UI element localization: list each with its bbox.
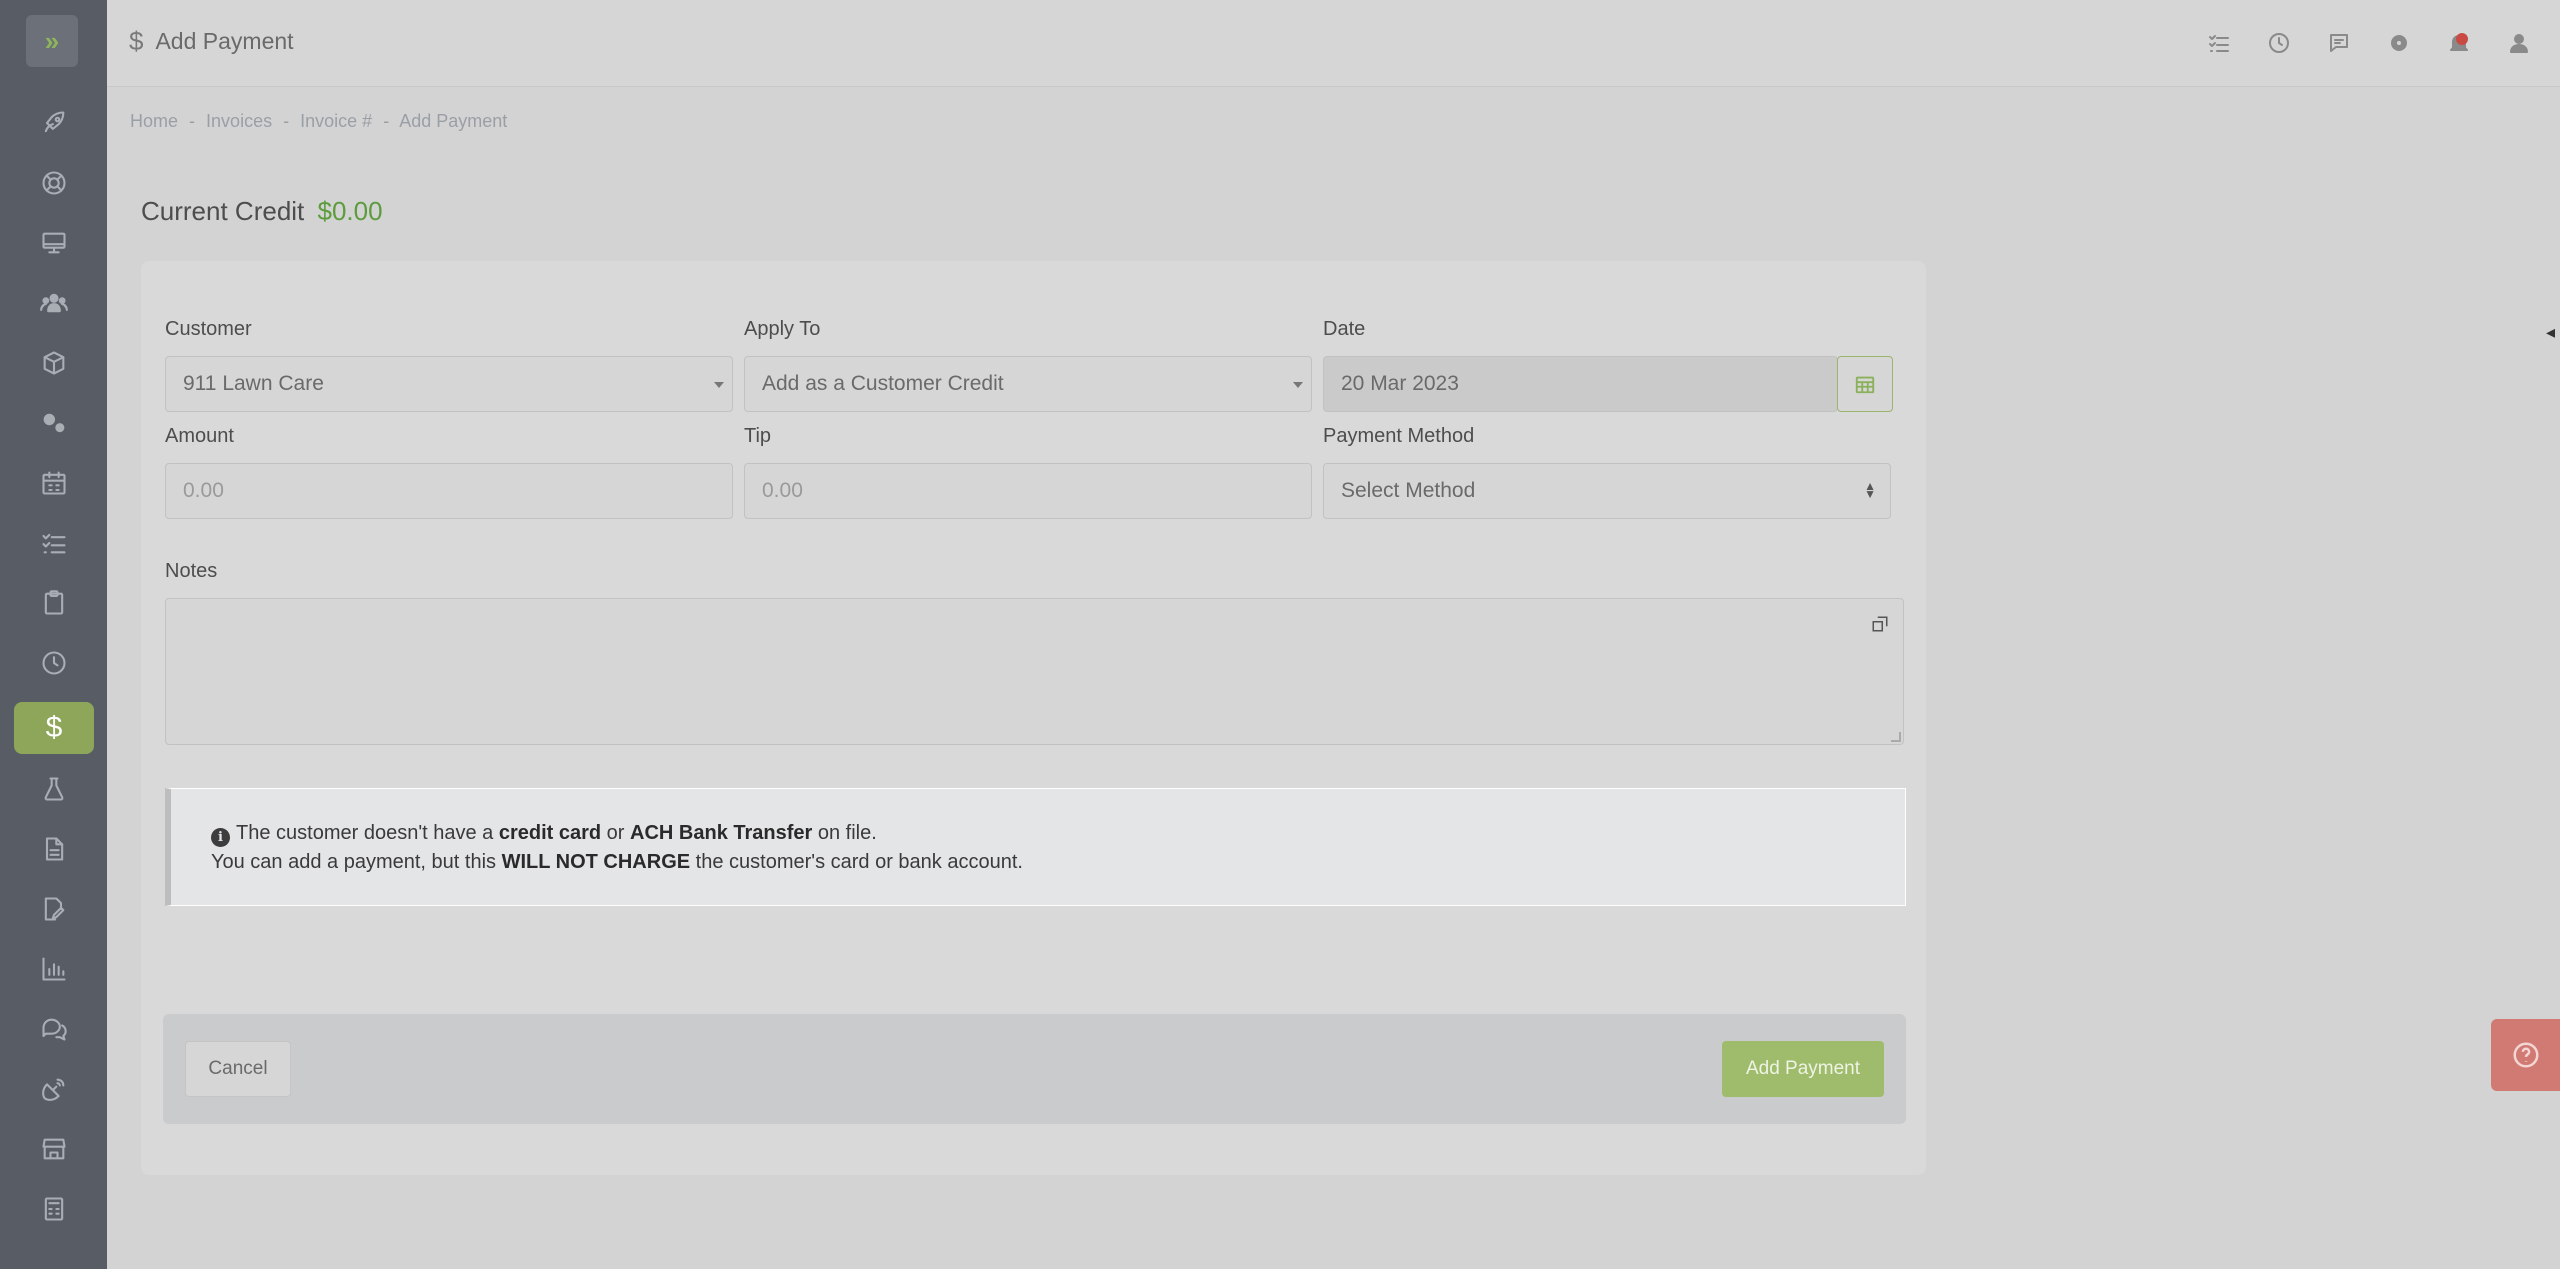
- collapse-arrow-icon[interactable]: ◂: [2546, 322, 2555, 343]
- alert-text: You can add a payment, but this: [211, 851, 502, 873]
- payment-method-select[interactable]: Select Method ▲ ▼: [1323, 463, 1891, 519]
- breadcrumb-separator: -: [283, 111, 290, 131]
- alert-emphasis: credit card: [498, 822, 602, 844]
- help-button[interactable]: [2491, 1019, 2560, 1091]
- customer-label: Customer: [165, 318, 252, 340]
- sidebar: » $: [0, 0, 107, 1269]
- alert-text: The customer doesn't have a: [236, 822, 499, 844]
- customer-select-value: 911 Lawn Care: [183, 372, 324, 395]
- alert-text: on file.: [812, 822, 877, 844]
- payment-form-card: Customer 911 Lawn Care Apply To Add as a…: [141, 261, 1926, 1175]
- apply-to-select-value: Add as a Customer Credit: [762, 372, 1004, 395]
- info-icon: i: [211, 828, 230, 847]
- breadcrumb-separator: -: [189, 111, 196, 131]
- top-bar: $ Add Payment: [107, 0, 2560, 87]
- sidebar-item-monitor-icon[interactable]: [14, 217, 94, 269]
- sidebar-item-calendar-icon[interactable]: [14, 457, 94, 509]
- sidebar-item-comments-icon[interactable]: [14, 1003, 94, 1055]
- sidebar-item-flask-icon[interactable]: [14, 763, 94, 815]
- tip-label: Tip: [744, 425, 772, 447]
- notes-label: Notes: [165, 560, 218, 582]
- current-credit: Current Credit $0.00: [141, 196, 383, 227]
- current-credit-amount: $0.00: [317, 196, 383, 226]
- resize-handle[interactable]: [1891, 732, 1901, 742]
- breadcrumb-invoices[interactable]: Invoices: [206, 111, 272, 131]
- breadcrumb: Home - Invoices - Invoice # - Add Paymen…: [130, 111, 513, 132]
- tip-input-placeholder: 0.00: [762, 479, 803, 502]
- tip-input[interactable]: 0.00: [744, 463, 1312, 519]
- chat-icon[interactable]: [2324, 28, 2354, 58]
- date-label: Date: [1323, 318, 1366, 340]
- payment-method-label: Payment Method: [1323, 425, 1475, 447]
- no-payment-method-alert: i The customer doesn't have a credit card…: [165, 788, 1906, 906]
- sidebar-item-chart-icon[interactable]: [14, 943, 94, 995]
- dollar-icon: $: [45, 711, 63, 744]
- sidebar-item-box-icon[interactable]: [14, 337, 94, 389]
- sidebar-item-store-icon[interactable]: [14, 1123, 94, 1175]
- gear-icon[interactable]: [2384, 28, 2414, 58]
- user-icon[interactable]: [2504, 28, 2534, 58]
- tasks-icon[interactable]: [2204, 28, 2234, 58]
- page-title-text: Add Payment: [155, 28, 294, 54]
- amount-input-placeholder: 0.00: [183, 479, 224, 502]
- date-input-value: 20 Mar 2023: [1341, 372, 1459, 395]
- customer-select[interactable]: 911 Lawn Care: [165, 356, 733, 412]
- sidebar-item-checklist-icon[interactable]: [14, 517, 94, 569]
- payment-method-select-value: Select Method: [1341, 479, 1476, 502]
- date-input[interactable]: 20 Mar 2023: [1323, 356, 1838, 412]
- sidebar-item-dollar-icon[interactable]: $: [14, 702, 94, 754]
- alert-emphasis: ACH Bank Transfer: [630, 822, 813, 844]
- alert-emphasis: WILL NOT CHARGE: [501, 851, 691, 873]
- sidebar-item-edit-icon[interactable]: [14, 883, 94, 935]
- sidebar-item-satellite-icon[interactable]: [14, 1063, 94, 1115]
- amount-input[interactable]: 0.00: [165, 463, 733, 519]
- sort-arrows-icon: ▲ ▼: [1864, 479, 1876, 501]
- chevron-down-icon: [714, 382, 724, 388]
- calendar-icon: [1855, 376, 1875, 394]
- chevron-down-icon: [1293, 382, 1303, 388]
- expand-icon[interactable]: [1871, 615, 1889, 638]
- breadcrumb-separator: -: [383, 111, 390, 131]
- breadcrumb-home[interactable]: Home: [130, 111, 178, 131]
- sidebar-item-calculator-icon[interactable]: [14, 1183, 94, 1235]
- notes-textarea[interactable]: [165, 598, 1904, 745]
- breadcrumb-current: Add Payment: [399, 111, 508, 131]
- apply-to-label: Apply To: [744, 318, 821, 340]
- cancel-button[interactable]: Cancel: [185, 1041, 291, 1097]
- page-title: $ Add Payment: [129, 26, 294, 57]
- top-icons: [2204, 28, 2534, 58]
- sidebar-item-rocket-icon[interactable]: [14, 97, 94, 149]
- alert-line-2: You can add a payment, but this WILL NOT…: [211, 848, 1905, 877]
- question-icon: [2513, 1042, 2538, 1068]
- notification-icon[interactable]: [2444, 28, 2474, 58]
- dollar-icon: $: [129, 26, 144, 56]
- current-credit-label: Current Credit: [141, 196, 305, 226]
- alert-line-1: i The customer doesn't have a credit card…: [211, 819, 1905, 848]
- sidebar-item-gears-icon[interactable]: [14, 397, 94, 449]
- sidebar-item-document-icon[interactable]: [14, 823, 94, 875]
- breadcrumb-invoice[interactable]: Invoice #: [300, 111, 372, 131]
- form-actions: Cancel Add Payment: [163, 1014, 1906, 1124]
- sidebar-item-clock-icon[interactable]: [14, 637, 94, 689]
- add-payment-button[interactable]: Add Payment: [1722, 1041, 1884, 1097]
- alert-text: or: [601, 822, 631, 844]
- sidebar-toggle-button[interactable]: »: [26, 15, 78, 67]
- sidebar-item-team-icon[interactable]: [14, 277, 94, 329]
- sidebar-item-support-icon[interactable]: [14, 157, 94, 209]
- calendar-button[interactable]: [1837, 356, 1893, 412]
- amount-label: Amount: [165, 425, 234, 447]
- sidebar-item-clipboard-icon[interactable]: [14, 577, 94, 629]
- clock-icon[interactable]: [2264, 28, 2294, 58]
- alert-text: the customer's card or bank account.: [690, 851, 1023, 873]
- apply-to-select[interactable]: Add as a Customer Credit: [744, 356, 1312, 412]
